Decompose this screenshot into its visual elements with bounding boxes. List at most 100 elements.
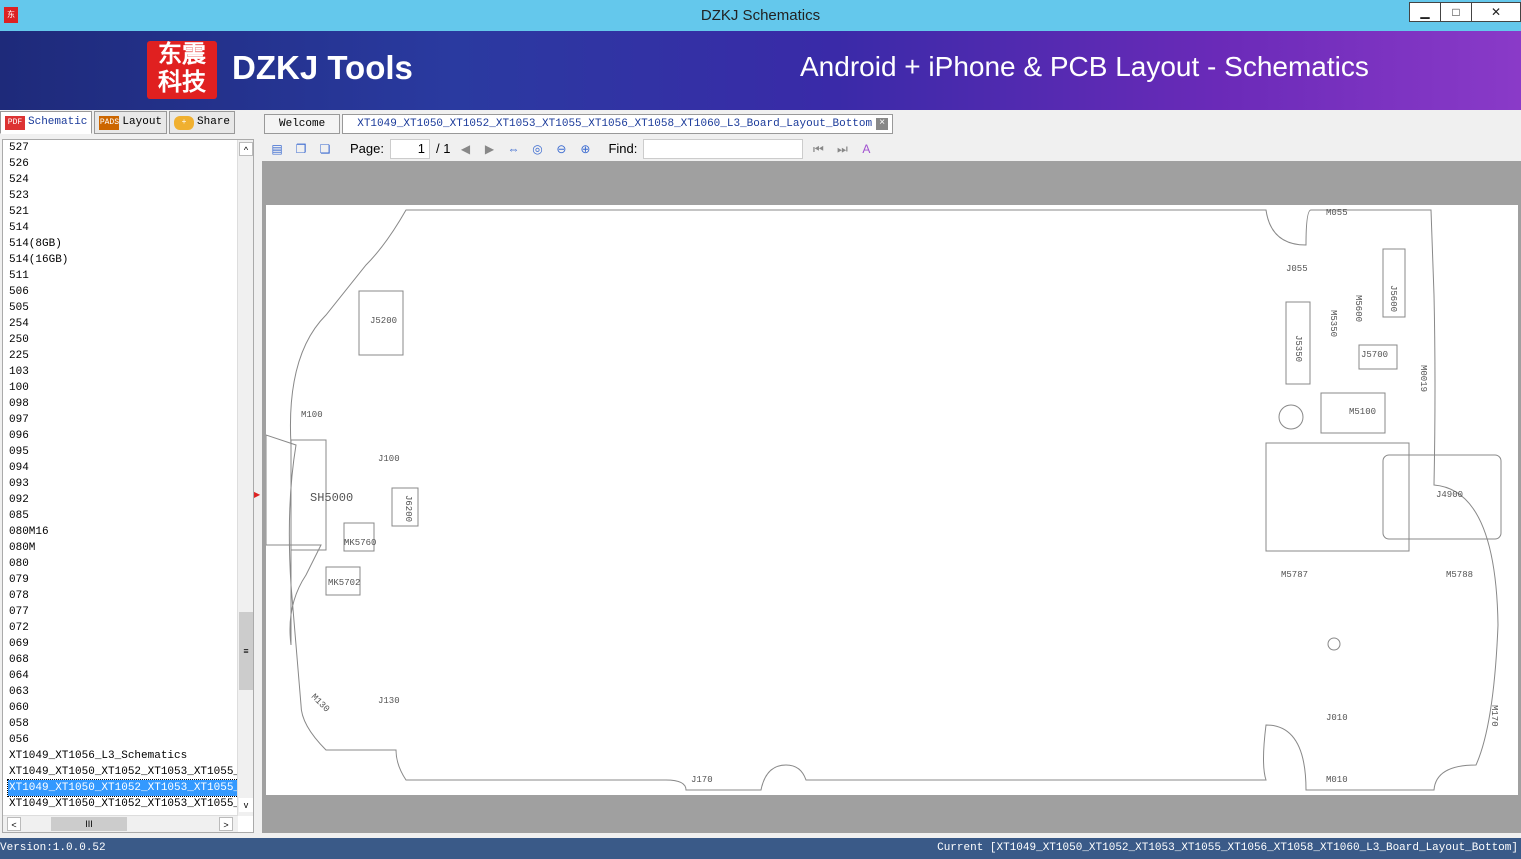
tab-board-layout[interactable]: XT1049_XT1050_XT1052_XT1053_XT1055_XT105… [342, 114, 894, 134]
scroll-down-icon[interactable]: v [239, 798, 253, 812]
list-item[interactable]: 072 [3, 620, 238, 636]
board-label: M170 [1489, 705, 1499, 727]
board-label: M5600 [1353, 295, 1363, 322]
board-label: M5787 [1281, 570, 1308, 580]
dzkj-logo: 东震 科技 [147, 41, 217, 99]
find-label: Find: [608, 141, 638, 156]
close-tab-icon[interactable]: × [876, 118, 889, 130]
list-item[interactable]: 079 [3, 572, 238, 588]
tab-schematic[interactable]: PDF Schematic [0, 111, 93, 134]
list-item[interactable]: 526 [3, 156, 238, 172]
scroll-right-icon[interactable]: > [219, 817, 233, 831]
find-previous-icon[interactable]: ⏮ [809, 140, 827, 158]
list-item[interactable]: XT1049_XT1050_XT1052_XT1053_XT1055_XT1 [3, 764, 238, 780]
board-label: MK5702 [328, 578, 360, 588]
page-label: Page: [350, 141, 384, 156]
banner: 东震 科技 DZKJ Tools Android + iPhone & PCB L… [0, 31, 1521, 110]
list-item[interactable]: 095 [3, 444, 238, 460]
prev-page-icon[interactable]: ◀ [456, 140, 474, 158]
list-item[interactable]: 077 [3, 604, 238, 620]
list-item[interactable]: 527 [3, 140, 238, 156]
highlight-icon[interactable]: A [857, 140, 875, 158]
list-item[interactable]: 225 [3, 348, 238, 364]
list-item[interactable]: 085 [3, 508, 238, 524]
fit-page-icon[interactable]: ◎ [528, 140, 546, 158]
list-item[interactable]: 092 [3, 492, 238, 508]
tab-share[interactable]: + Share [169, 111, 236, 134]
list-item[interactable]: 068 [3, 652, 238, 668]
list-item[interactable]: 078 [3, 588, 238, 604]
close-button[interactable]: ✕ [1471, 2, 1521, 22]
list-item[interactable]: 100 [3, 380, 238, 396]
list-item[interactable]: 514(16GB) [3, 252, 238, 268]
page-total: / 1 [435, 141, 451, 156]
board-label: J5200 [370, 316, 397, 326]
list-item[interactable]: 096 [3, 428, 238, 444]
list-item[interactable]: 056 [3, 732, 238, 748]
paste-page-icon[interactable]: ❏ [316, 140, 334, 158]
list-item[interactable]: 080M16 [3, 524, 238, 540]
document-viewer[interactable]: M055 J055 J5600 M5600 M5350 J5350 J5700 M0019 M5… [262, 161, 1521, 833]
list-item[interactable]: 524 [3, 172, 238, 188]
list-item[interactable]: 103 [3, 364, 238, 380]
list-item[interactable]: 514 [3, 220, 238, 236]
title-bar: 东 DZKJ Schematics ▁ □ ✕ [0, 0, 1521, 31]
zoom-out-icon[interactable]: ⊖ [552, 140, 570, 158]
list-item[interactable]: 080M [3, 540, 238, 556]
vertical-scrollbar[interactable]: ^ ≡ v [237, 140, 253, 816]
scroll-thumb[interactable]: III [51, 817, 127, 831]
scroll-thumb[interactable]: ≡ [239, 612, 253, 690]
list-item[interactable]: 506 [3, 284, 238, 300]
list-item[interactable]: 080 [3, 556, 238, 572]
list-item[interactable]: 514(8GB) [3, 236, 238, 252]
list-item[interactable]: 250 [3, 332, 238, 348]
list-item[interactable]: 511 [3, 268, 238, 284]
window-title: DZKJ Schematics [700, 7, 821, 24]
open-icon[interactable]: ▤ [268, 140, 286, 158]
horizontal-scrollbar[interactable]: < III > [3, 815, 238, 832]
list-item[interactable]: 094 [3, 460, 238, 476]
list-item[interactable]: 063 [3, 684, 238, 700]
pads-icon: PADS [99, 116, 120, 130]
minimize-button[interactable]: ▁ [1409, 2, 1441, 22]
board-label: J5700 [1361, 350, 1388, 360]
find-next-icon[interactable]: ⏭ [833, 140, 851, 158]
file-list[interactable]: 527 526 524 523 521 514 514(8GB) 514(16GB) 511 50… [3, 140, 238, 816]
maximize-button[interactable]: □ [1440, 2, 1472, 22]
list-item[interactable]: 521 [3, 204, 238, 220]
list-item[interactable]: 523 [3, 188, 238, 204]
find-input[interactable] [643, 138, 804, 159]
board-label: SH5000 [310, 491, 353, 505]
board-label: J6200 [403, 495, 413, 522]
copy-page-icon[interactable]: ❐ [292, 140, 310, 158]
tab-welcome[interactable]: Welcome [264, 114, 341, 134]
viewer-toolbar: ▤ ❐ ❏ Page: 1 / 1 ◀ ▶ ⇔ ◎ ⊖ ⊕ Find: ⏮ ⏭ … [262, 136, 1521, 161]
scroll-left-icon[interactable]: < [7, 817, 21, 831]
board-label: M5350 [1328, 310, 1338, 337]
list-item[interactable]: XT1049_XT1056_L3_Schematics [3, 748, 238, 764]
list-item[interactable]: 097 [3, 412, 238, 428]
list-item[interactable]: 093 [3, 476, 238, 492]
list-item[interactable]: XT1049_XT1050_XT1052_XT1053_XT1055_XT1 [7, 779, 238, 797]
board-label: M5788 [1446, 570, 1473, 580]
list-item[interactable]: 060 [3, 700, 238, 716]
fit-width-icon[interactable]: ⇔ [504, 140, 522, 158]
next-page-icon[interactable]: ▶ [480, 140, 498, 158]
list-item[interactable]: 254 [3, 316, 238, 332]
board-label: J055 [1286, 264, 1308, 274]
list-item[interactable]: 064 [3, 668, 238, 684]
splitter-handle[interactable]: ▶ [254, 490, 260, 499]
list-item[interactable]: 505 [3, 300, 238, 316]
scroll-up-icon[interactable]: ^ [239, 142, 253, 156]
board-label: M0019 [1418, 365, 1428, 392]
list-item[interactable]: 058 [3, 716, 238, 732]
list-item[interactable]: 098 [3, 396, 238, 412]
board-label: M055 [1326, 208, 1348, 218]
zoom-in-icon[interactable]: ⊕ [576, 140, 594, 158]
tab-layout[interactable]: PADS Layout [94, 111, 168, 134]
list-item[interactable]: 069 [3, 636, 238, 652]
page-input[interactable]: 1 [389, 138, 430, 159]
list-item[interactable]: XT1049_XT1050_XT1052_XT1053_XT1055_XT1 [3, 796, 238, 812]
tab-label: XT1049_XT1050_XT1052_XT1053_XT1055_XT105… [357, 118, 873, 130]
left-tabs: PDF Schematic PADS Layout + Share [0, 111, 237, 134]
